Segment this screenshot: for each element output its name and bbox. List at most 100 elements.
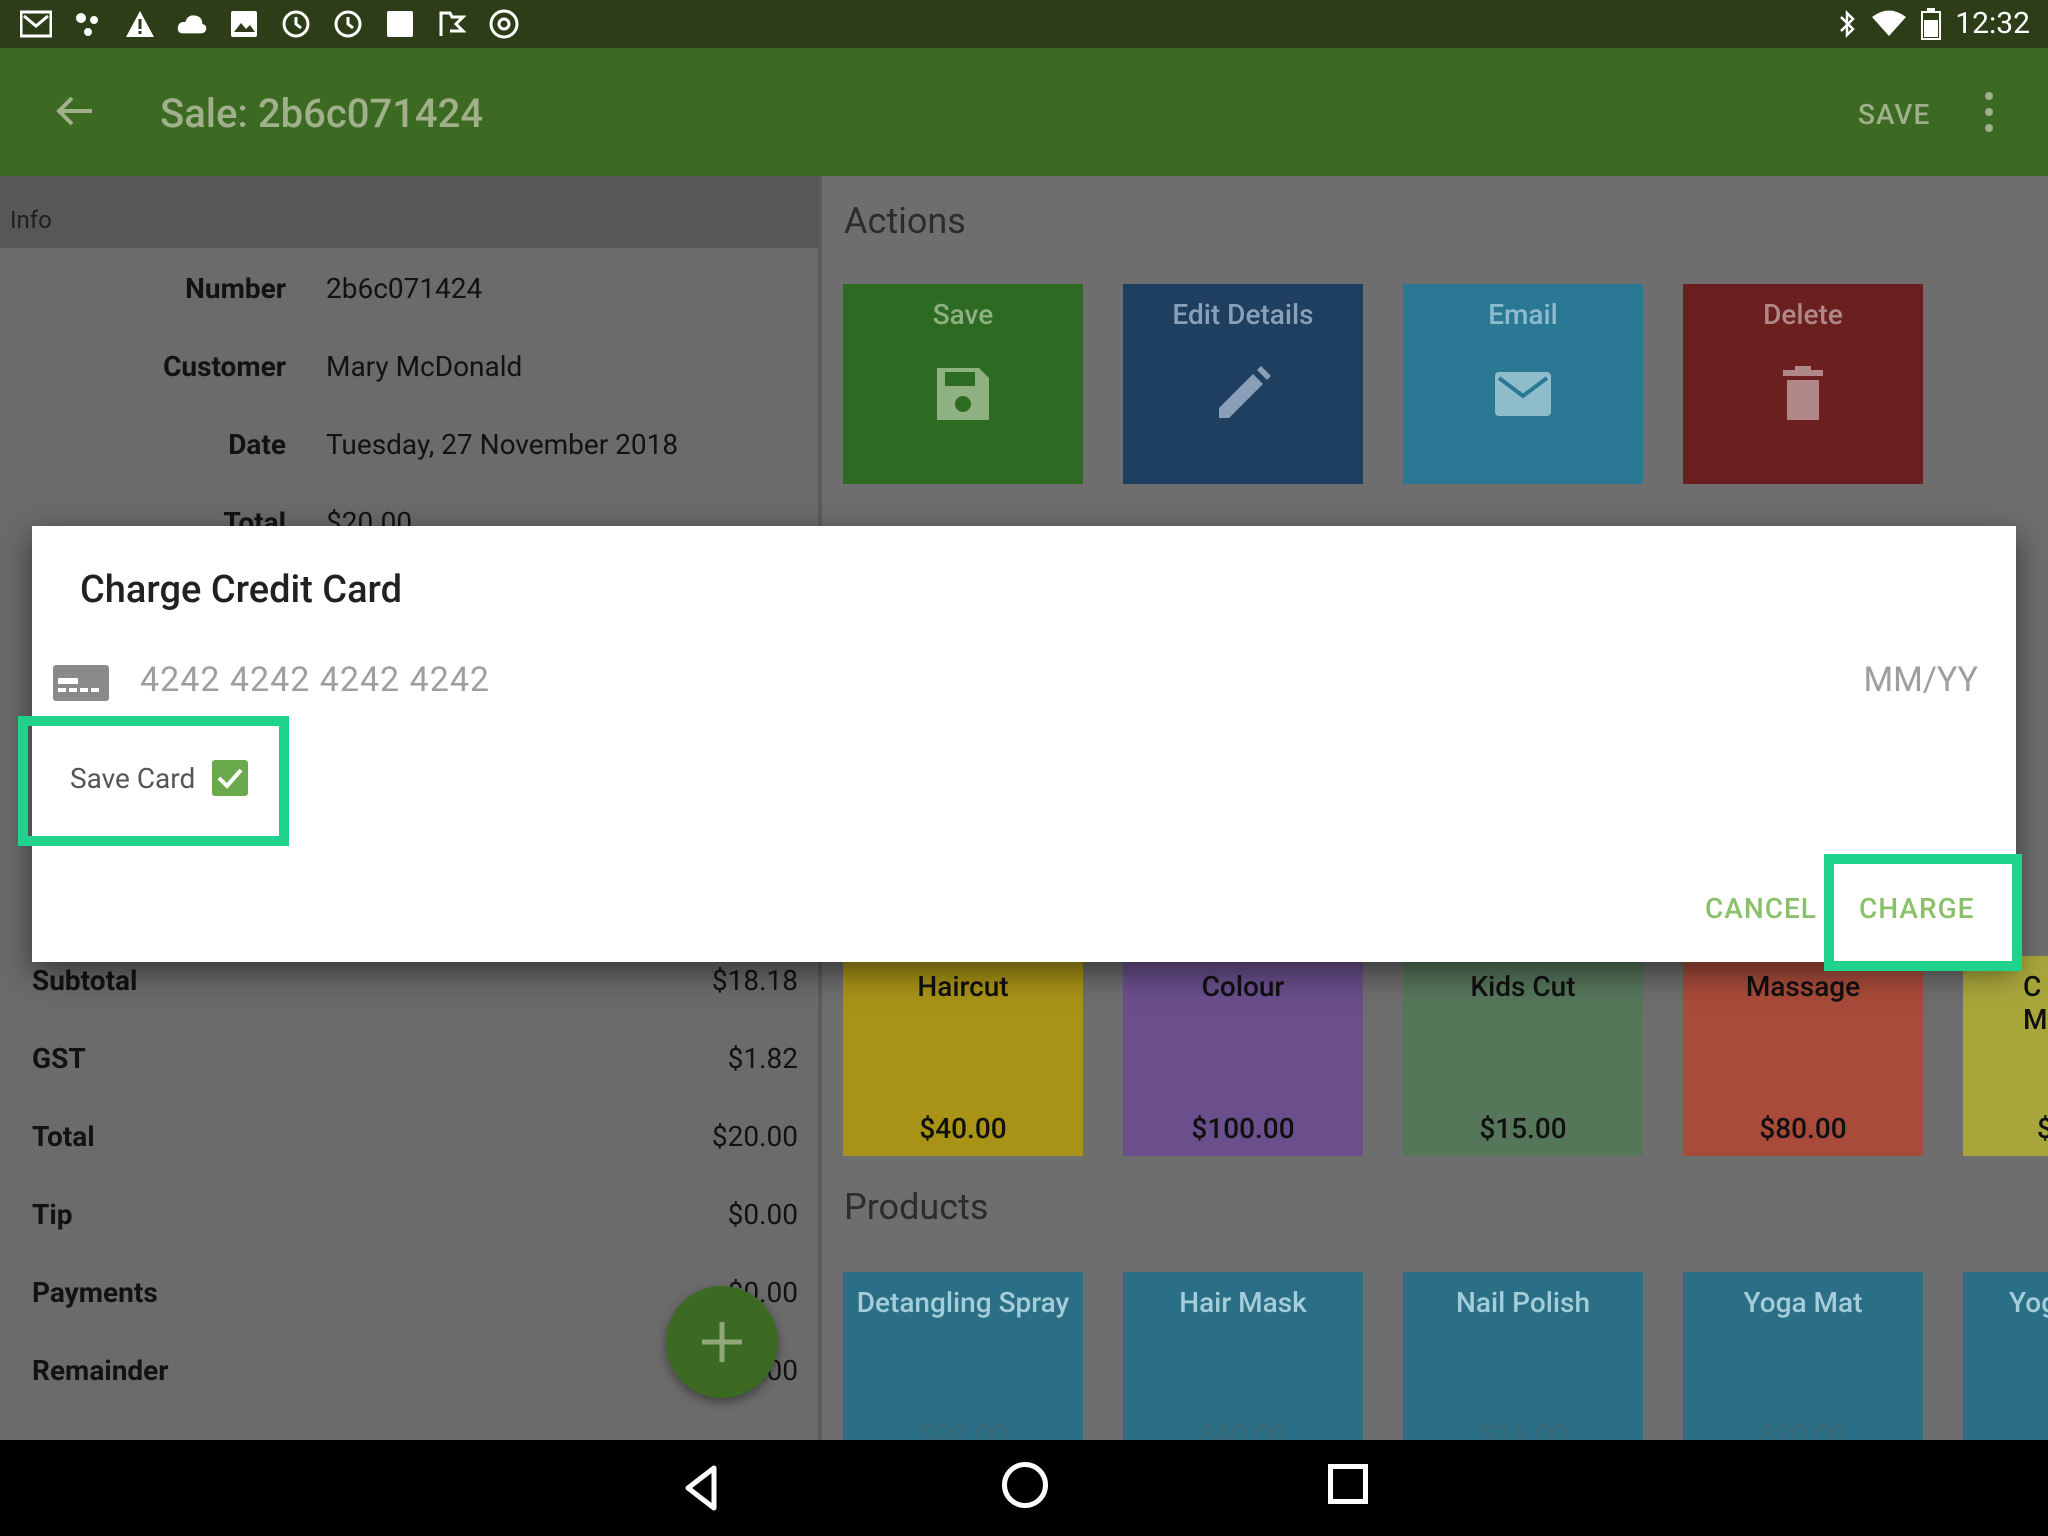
dialog-title: Charge Credit Card xyxy=(80,568,403,612)
products-title: Products xyxy=(844,1186,989,1228)
product-tile-yoga-mat[interactable]: Yoga Mat $20.00 xyxy=(1683,1272,1923,1440)
nav-home-icon[interactable] xyxy=(1002,1462,1048,1508)
product-tile-nail-polish[interactable]: Nail Polish $15.00 xyxy=(1403,1272,1643,1440)
tile-label: Nail Polish xyxy=(1455,1286,1590,1319)
totals-label: Payments xyxy=(32,1276,158,1309)
totals-value: $20.00 xyxy=(711,1120,798,1153)
tile-label: Hair Mask xyxy=(1179,1286,1307,1319)
info-row-number: Number 2b6c071424 xyxy=(0,272,818,350)
settings-dots-icon xyxy=(72,8,104,40)
totals-label: GST xyxy=(32,1042,86,1075)
action-email-tile[interactable]: Email xyxy=(1403,284,1643,484)
plus-icon xyxy=(702,1322,742,1362)
tile-label: CM xyxy=(2023,970,2048,1036)
tile-label: Yog xyxy=(2009,1286,2048,1319)
blank-square-icon xyxy=(384,8,416,40)
expiry-input[interactable]: MM/YY xyxy=(1863,660,1978,700)
tile-price: $20.00 xyxy=(1759,1418,1847,1440)
tile-label: Yoga Mat xyxy=(1743,1286,1863,1319)
card-number-input[interactable]: 4242 4242 4242 4242 xyxy=(140,660,490,700)
tile-label: Save xyxy=(932,298,994,331)
tile-price: $ xyxy=(2037,1112,2048,1145)
info-label: Customer xyxy=(163,350,286,383)
image-icon xyxy=(228,8,260,40)
info-label: Date xyxy=(228,428,286,461)
credit-card-icon xyxy=(53,665,109,701)
tile-price: $15.00 xyxy=(1479,1112,1567,1145)
info-value: Tuesday, 27 November 2018 xyxy=(326,428,679,461)
tile-price: $40.00 xyxy=(1199,1418,1287,1440)
totals-value: $1.82 xyxy=(727,1042,798,1075)
overflow-menu-icon[interactable] xyxy=(1984,92,1994,132)
clock-time: 12:32 xyxy=(1955,6,2030,41)
cloud-icon xyxy=(176,8,208,40)
info-row-date: Date Tuesday, 27 November 2018 xyxy=(0,428,818,506)
info-header-label: Info xyxy=(10,206,52,234)
warning-icon xyxy=(124,8,156,40)
service-tile-colour[interactable]: Colour $100.00 xyxy=(1123,956,1363,1156)
flag-icon xyxy=(436,8,468,40)
system-status: 12:32 xyxy=(1839,6,2030,41)
clock-icon xyxy=(280,8,312,40)
save-card-highlight xyxy=(18,716,289,846)
tile-label: Detangling Spray xyxy=(856,1286,1070,1319)
service-tile-partial[interactable]: CM $ xyxy=(1963,956,2048,1156)
service-tile-massage[interactable]: Massage $80.00 xyxy=(1683,956,1923,1156)
tile-label-line: M xyxy=(2023,1003,2048,1036)
add-fab-button[interactable] xyxy=(666,1286,778,1398)
cancel-button[interactable]: CANCEL xyxy=(1705,892,1817,925)
actions-title: Actions xyxy=(844,200,966,242)
back-arrow-icon[interactable] xyxy=(52,88,98,134)
envelope-icon xyxy=(1495,372,1551,416)
status-bar: 12:32 xyxy=(0,0,2048,48)
page-title: Sale: 2b6c071424 xyxy=(160,90,484,137)
tile-price: $15.00 xyxy=(1479,1418,1567,1440)
wifi-icon xyxy=(1872,10,1907,36)
tile-price: $20.00 xyxy=(919,1418,1007,1440)
tile-label: Colour xyxy=(1201,970,1285,1003)
tile-label: Edit Details xyxy=(1172,298,1314,331)
bluetooth-icon xyxy=(1840,9,1856,38)
totals-value: $0.00 xyxy=(727,1198,798,1231)
system-nav-bar xyxy=(0,1440,2048,1536)
save-action-button[interactable]: SAVE xyxy=(1858,98,1930,131)
tile-label: Delete xyxy=(1763,298,1843,331)
info-section-header: Info xyxy=(0,176,818,248)
tile-label: Massage xyxy=(1745,970,1861,1003)
gmail-icon xyxy=(20,8,52,40)
service-tile-haircut[interactable]: Haircut $40.00 xyxy=(843,956,1083,1156)
charge-credit-card-dialog: Charge Credit Card 4242 4242 4242 4242 M… xyxy=(32,526,2016,962)
product-tile-hair-mask[interactable]: Hair Mask $40.00 xyxy=(1123,1272,1363,1440)
product-tile-partial[interactable]: Yog xyxy=(1963,1272,2048,1440)
pencil-icon xyxy=(1219,366,1271,418)
info-row-customer: Customer Mary McDonald xyxy=(0,350,818,428)
nav-back-icon[interactable] xyxy=(676,1462,728,1514)
product-tile-detangling-spray[interactable]: Detangling Spray $20.00 xyxy=(843,1272,1083,1440)
tile-label: Kids Cut xyxy=(1470,970,1576,1003)
info-value: 2b6c071424 xyxy=(326,272,483,305)
tile-label: Email xyxy=(1488,298,1558,331)
totals-label: Subtotal xyxy=(32,964,138,997)
battery-icon xyxy=(1921,7,1942,40)
chrome-icon xyxy=(488,8,520,40)
app-bar: Sale: 2b6c071424 SAVE xyxy=(0,48,2048,176)
info-value[interactable]: Mary McDonald xyxy=(326,350,522,383)
nav-recents-icon[interactable] xyxy=(1328,1464,1368,1504)
notification-icons xyxy=(20,8,520,40)
clock-icon xyxy=(332,8,364,40)
action-save-tile[interactable]: Save xyxy=(843,284,1083,484)
charge-button-highlight xyxy=(1824,854,2022,971)
tile-label-line: C xyxy=(2023,970,2042,1003)
action-delete-tile[interactable]: Delete xyxy=(1683,284,1923,484)
service-tile-kids-cut[interactable]: Kids Cut $15.00 xyxy=(1403,956,1643,1156)
totals-value: $18.18 xyxy=(711,964,798,997)
totals-label: Remainder xyxy=(32,1354,169,1387)
tile-price: $80.00 xyxy=(1759,1112,1847,1145)
action-edit-details-tile[interactable]: Edit Details xyxy=(1123,284,1363,484)
tile-label: Haircut xyxy=(917,970,1009,1003)
totals-label: Total xyxy=(32,1120,95,1153)
tile-price: $100.00 xyxy=(1191,1112,1295,1145)
info-label: Number xyxy=(185,272,286,305)
floppy-disk-icon xyxy=(937,368,989,420)
tile-price: $40.00 xyxy=(919,1112,1007,1145)
